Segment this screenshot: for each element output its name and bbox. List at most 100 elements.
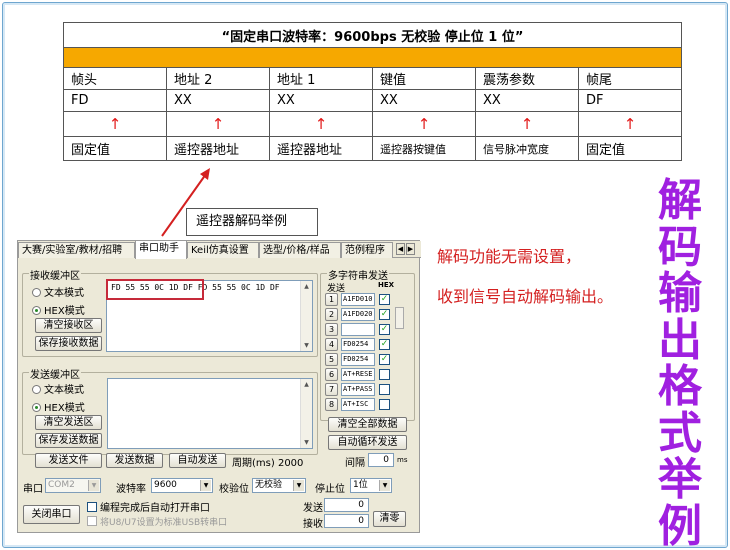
multi-send-button[interactable]: 1 (325, 293, 338, 306)
tab-scroll-left-icon[interactable]: ◀ (396, 243, 405, 255)
auto-send-button[interactable]: 自动发送 (169, 453, 226, 468)
send-hex-mode-radio[interactable]: HEX模式 (32, 399, 85, 414)
multi-scrollbar[interactable] (395, 307, 404, 329)
multi-hex-checkbox[interactable]: ✓ (379, 354, 390, 365)
value-oscillation: XX (475, 89, 579, 112)
multi-hex-checkbox[interactable]: ✓ (379, 294, 390, 305)
close-port-button[interactable]: 关闭串口 (23, 505, 80, 524)
receive-scrollbar[interactable]: ▲ ▼ (300, 281, 312, 351)
port-select[interactable]: COM2 ▼ (45, 478, 101, 493)
save-receive-button[interactable]: 保存接收数据 (35, 336, 102, 351)
radio-dot (32, 385, 41, 394)
tab-selection-price[interactable]: 选型/价格/样品 (259, 242, 341, 258)
tab-example-programs[interactable]: 范例程序 (341, 242, 393, 258)
chevron-down-icon: ▼ (200, 480, 211, 491)
multi-send-button[interactable]: 4 (325, 338, 338, 351)
desc-oscillation: 信号脉冲宽度 (475, 136, 579, 161)
desc-frame-tail: 固定值 (578, 136, 682, 161)
clear-receive-button[interactable]: 清空接收区 (35, 318, 102, 333)
radio-label: 文本模式 (44, 385, 84, 396)
auto-loop-send-button[interactable]: 自动循环发送 (328, 435, 407, 450)
tab-scroll-right-icon[interactable]: ▶ (406, 243, 415, 255)
desc-frame-head: 固定值 (63, 136, 167, 161)
multi-hex-checkbox[interactable]: ✓ (379, 324, 390, 335)
multi-input[interactable]: FD0254 (341, 353, 375, 366)
multi-send-button[interactable]: 3 (325, 323, 338, 336)
multi-input[interactable] (341, 323, 375, 336)
multi-send-button[interactable]: 5 (325, 353, 338, 366)
vertical-char: 格 (658, 361, 702, 412)
scroll-up-icon[interactable]: ▲ (301, 281, 312, 292)
send-text-mode-radio[interactable]: 文本模式 (32, 381, 84, 396)
auto-open-port-checkbox[interactable]: 编程完成后自动打开串口 (87, 499, 210, 514)
multi-hex-checkbox[interactable]: ✓ (379, 339, 390, 350)
send-data-button[interactable]: 发送数据 (106, 453, 163, 468)
tab-keil-settings[interactable]: Keil仿真设置 (187, 242, 259, 258)
multi-input[interactable]: AT+PASS (341, 383, 375, 396)
vertical-char: 例 (658, 500, 702, 550)
multi-input[interactable]: A1FD020 (341, 308, 375, 321)
multi-hex-checkbox[interactable]: ✓ (379, 309, 390, 320)
multi-input[interactable]: A1FD010 (341, 293, 375, 306)
send-scrollbar[interactable]: ▲ ▼ (300, 379, 312, 448)
header-frame-tail: 帧尾 (578, 67, 682, 90)
receive-buffer-label: 接收缓冲区 (29, 267, 81, 282)
up-arrow-icon: ↑ (475, 111, 579, 137)
radio-label: 文本模式 (44, 288, 84, 299)
multi-input[interactable]: FD0254 (341, 338, 375, 351)
checkbox-label: 编程完成后自动打开串口 (100, 503, 210, 514)
multi-hex-checkbox[interactable] (379, 369, 390, 380)
multi-send-button[interactable]: 2 (325, 308, 338, 321)
interval-input[interactable]: 0 (368, 453, 394, 467)
note-line-1: 解码功能无需设置， (437, 247, 582, 266)
radio-label: HEX模式 (44, 306, 85, 317)
multi-send-button[interactable]: 8 (325, 398, 338, 411)
interval-unit: ms (397, 456, 408, 464)
vertical-char: 解 (658, 175, 702, 226)
multi-input[interactable]: AT+RESE (341, 368, 375, 381)
multi-input[interactable]: AT+ISC (341, 398, 375, 411)
clear-count-button[interactable]: 清零 (373, 511, 406, 527)
orange-band (63, 47, 682, 68)
checkbox-box (87, 502, 97, 512)
scroll-down-icon[interactable]: ▼ (301, 437, 312, 448)
vertical-char: 出 (658, 314, 702, 366)
scroll-down-icon[interactable]: ▼ (301, 340, 312, 351)
chevron-down-icon: ▼ (88, 480, 99, 491)
parity-select[interactable]: 无校验 ▼ (252, 478, 306, 493)
value-address-1: XX (269, 89, 373, 112)
header-oscillation: 震荡参数 (475, 67, 579, 90)
interval-label: 间隔 (345, 458, 365, 469)
checkbox-box (87, 516, 97, 526)
recv-hex-mode-radio[interactable]: HEX模式 (32, 302, 85, 317)
vertical-char: 举 (658, 454, 702, 505)
save-send-button[interactable]: 保存发送数据 (35, 433, 102, 448)
highlight-box (106, 279, 204, 300)
multi-send-button[interactable]: 7 (325, 383, 338, 396)
recv-count-value: 0 (324, 514, 369, 528)
baud-select[interactable]: 9600 ▼ (151, 478, 213, 493)
up-arrow-icon: ↑ (372, 111, 476, 137)
send-file-button[interactable]: 发送文件 (35, 453, 102, 468)
send-textarea[interactable]: ▲ ▼ (107, 378, 313, 449)
multi-hex-checkbox[interactable] (379, 399, 390, 410)
clear-all-button[interactable]: 清空全部数据 (328, 417, 407, 432)
scroll-up-icon[interactable]: ▲ (301, 379, 312, 390)
desc-address-1: 遥控器地址 (269, 136, 373, 161)
multi-hex-checkbox[interactable] (379, 384, 390, 395)
usb-serial-checkbox[interactable]: 将U8/U7设置为标准USB转串口 (87, 515, 227, 528)
period-value[interactable]: 2000 (278, 458, 303, 469)
protocol-table: “固定串口波特率：9600bps 无校验 停止位 1 位” 帧头 地址 2 地址… (63, 22, 682, 161)
tab-serial-assistant[interactable]: 串口助手 (135, 240, 187, 259)
stop-bits-select[interactable]: 1位 ▼ (350, 478, 392, 493)
radio-label: HEX模式 (44, 403, 85, 414)
recv-text-mode-radio[interactable]: 文本模式 (32, 284, 84, 299)
clear-send-button[interactable]: 清空发送区 (35, 415, 102, 430)
tab-competition[interactable]: 大赛/实验室/教材/招聘 (18, 242, 135, 258)
baud-label: 波特率 (116, 484, 146, 495)
multi-send-button[interactable]: 6 (325, 368, 338, 381)
parity-value: 无校验 (255, 480, 283, 490)
value-key-value: XX (372, 89, 476, 112)
desc-key-value: 遥控器按键值 (372, 136, 476, 161)
radio-dot (32, 306, 41, 315)
